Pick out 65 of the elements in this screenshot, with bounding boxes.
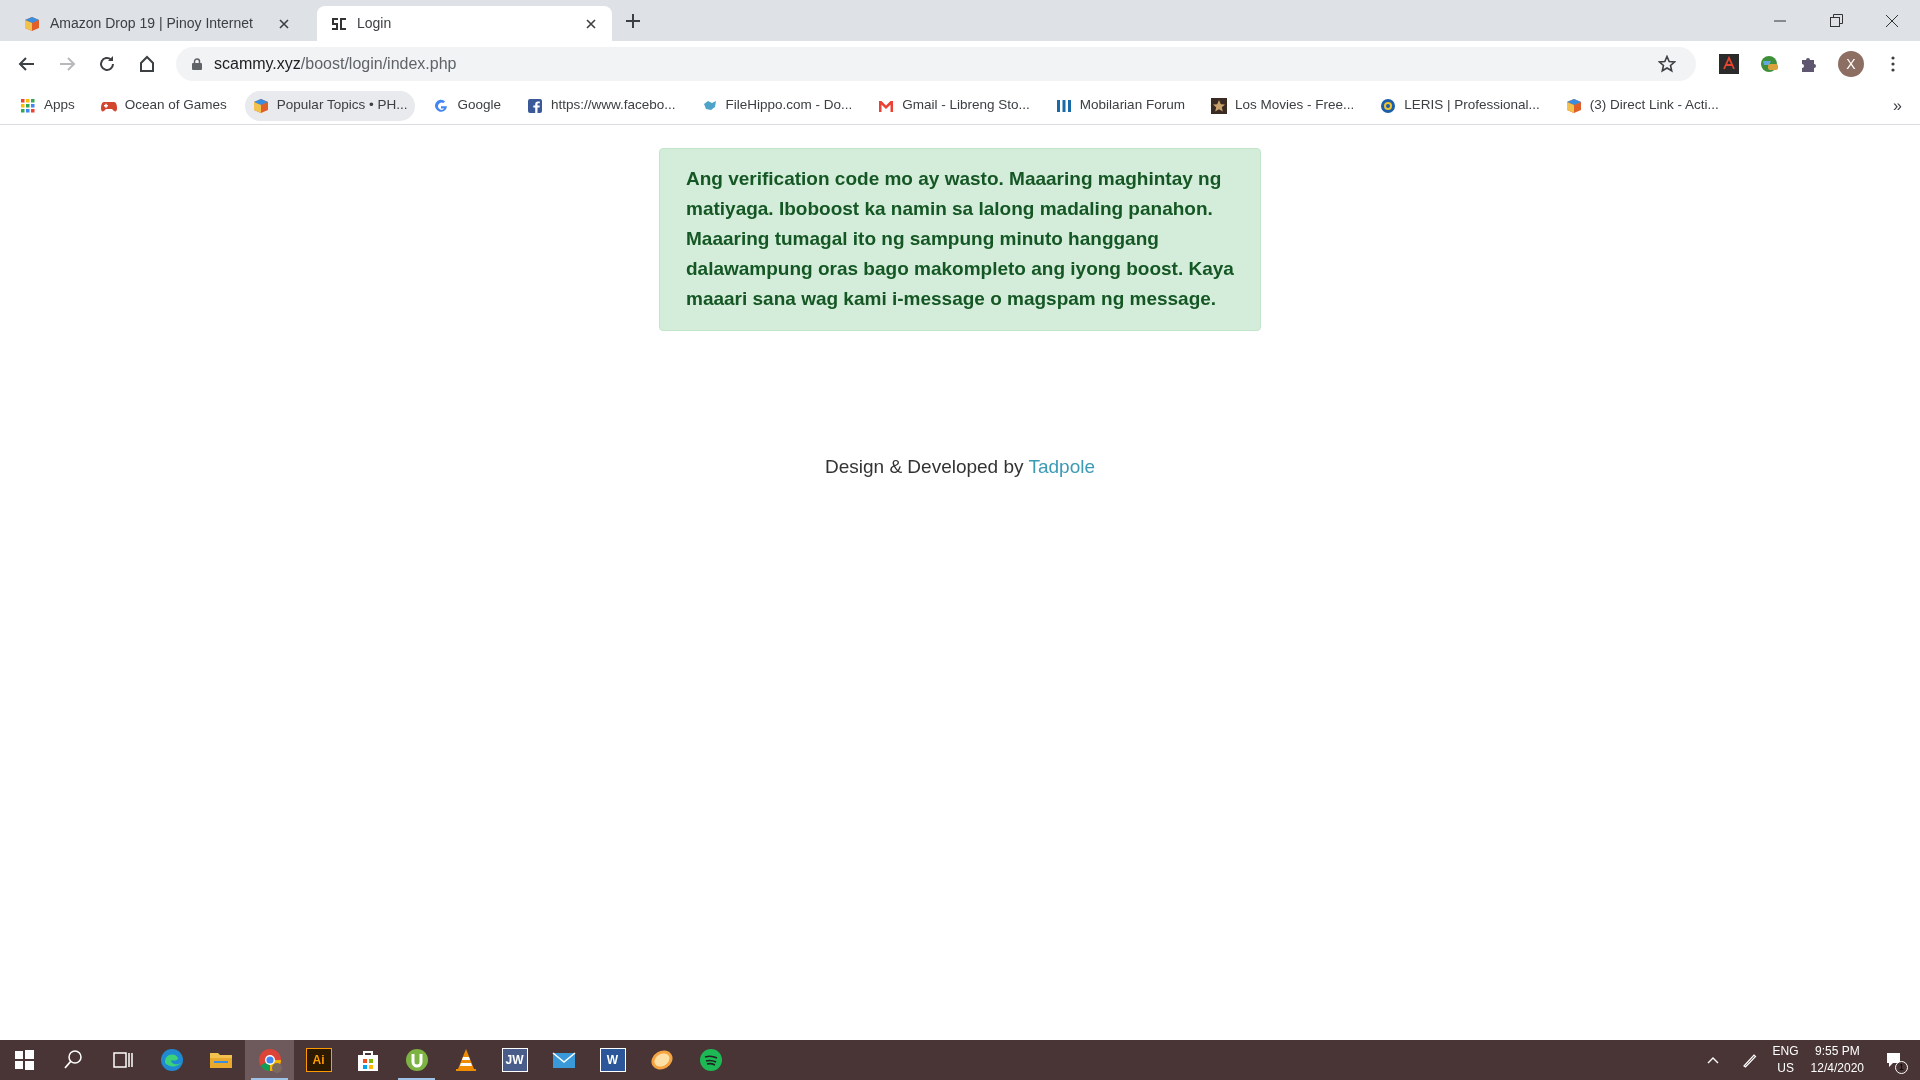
spotify-icon [697,1047,724,1073]
bookmark-item[interactable]: Apps [12,90,83,121]
search-icon [62,1049,85,1071]
language-code[interactable]: ENG [1772,1043,1799,1060]
reload-icon [98,55,116,73]
taskbar-app-button[interactable]: JW [490,1040,539,1080]
tab-title: Amazon Drop 19 | Pinoy Internet [50,14,254,33]
chevron-up-icon [1706,1056,1719,1064]
home-icon [138,55,156,73]
close-icon [1885,13,1899,28]
task-view-icon [111,1049,134,1071]
chrome-icon [256,1047,283,1073]
menu-icon [1891,56,1895,72]
cube-icon [1565,97,1582,114]
bookmark-item[interactable]: Gmail - Libreng Sto... [870,90,1038,121]
globe-icon [1759,54,1779,74]
browser-tab[interactable]: Login [317,6,612,41]
bookmark-item[interactable]: (3) Direct Link - Acti... [1557,90,1727,121]
fruit-slice-icon [648,1047,675,1073]
restore-icon [1829,14,1843,27]
close-icon [279,18,289,29]
letters-logo-icon [331,15,347,32]
cube-icon [24,15,40,32]
more-bookmarks-button[interactable]: » [1887,92,1908,119]
back-arrow-icon [18,55,36,73]
notification-count: 1 [1895,1061,1908,1074]
bookmark-item[interactable]: Popular Topics • PH... [244,90,416,121]
close-icon [586,18,596,29]
column-bars-icon [1055,97,1072,114]
profile-avatar[interactable]: X [1838,51,1864,77]
bookmark-item[interactable]: Los Movies - Free... [1202,90,1363,121]
star-outline-icon [1658,55,1676,73]
taskbar-app-button[interactable]: W [588,1040,637,1080]
facebook-f-icon [526,97,543,114]
star-icon [1210,97,1227,114]
bookmark-item[interactable]: LERIS | Professional... [1372,90,1548,121]
taskbar-app-button[interactable]: Ai [294,1040,343,1080]
google-g-icon [433,97,450,114]
bookmark-item[interactable]: Ocean of Games [92,90,235,121]
edge-icon [158,1047,185,1073]
browser-tab[interactable]: Amazon Drop 19 | Pinoy Internet [10,6,305,41]
url-text: scammy.xyz/boost/login/index.php [214,54,457,74]
bookmark-item[interactable]: Mobilarian Forum [1047,90,1193,121]
clock-time[interactable]: 9:55 PM [1814,1043,1860,1060]
windows-logo-icon [13,1049,36,1071]
pdf-icon [1719,54,1739,74]
tab-title: Login [357,14,393,33]
success-alert: Ang verification code mo ay wasto. Maaaring maghintay ng matiyaga. Iboboost ka namin sa lalong madaling panahon. Maaaring tumagal ito ng sampung minuto hanggang dalawampung oras bago makompleto ang iyong boost. Kaya maaari sana wag kami i-message o magspam ng message. [659,148,1261,331]
new-tab-button[interactable] [624,11,642,30]
plus-icon [626,13,640,28]
bookmark-item[interactable]: FileHippo.com - Do... [693,90,861,121]
minimize-icon [1774,19,1786,22]
globe-icon [1380,97,1397,114]
apps-grid-icon [20,97,36,114]
address-bar[interactable]: scammy.xyz/boost/login/index.php [176,47,1696,81]
region-code[interactable]: US [1777,1060,1794,1077]
torrent-icon [403,1047,430,1073]
notification-icon [1886,1052,1902,1068]
lock-icon [192,58,202,70]
cube-icon [252,97,269,114]
bookmark-item[interactable]: https://www.facebo... [518,90,684,121]
bookmark-item[interactable]: Google [425,90,509,121]
clock-date[interactable]: 12/4/2020 [1810,1060,1864,1077]
forward-arrow-icon [58,55,76,73]
footer-credit: Design & Developed by Tadpole [824,455,1096,479]
